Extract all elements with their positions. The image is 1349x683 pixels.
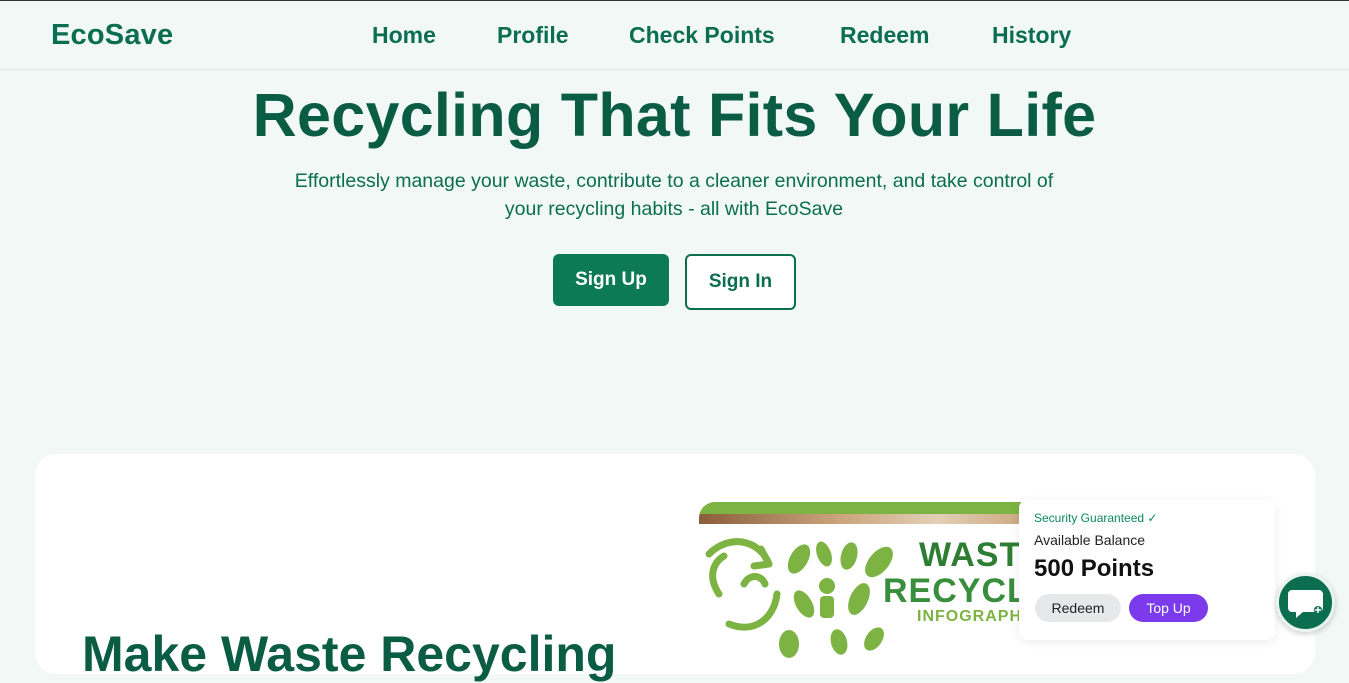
security-guaranteed-label: Security Guaranteed ✓ [1034, 511, 1158, 525]
nav-home[interactable]: Home [372, 21, 436, 49]
infographic-title-line2: RECYCLI [883, 572, 1039, 610]
nav-redeem[interactable]: Redeem [840, 21, 929, 49]
hero-subtitle: Effortlessly manage your waste, contribu… [294, 170, 1054, 220]
nav-check-points[interactable]: Check Points [629, 21, 775, 49]
infographic-top-bar [699, 502, 1039, 514]
feature-heading: Make Waste Recycling [82, 626, 617, 682]
hero-title: Recycling That Fits Your Life [252, 81, 1097, 149]
nav-history[interactable]: History [992, 21, 1071, 49]
recycling-infographic-image: WASTE RECYCLI INFOGRAPHI [699, 502, 1039, 662]
chat-button[interactable] [1276, 573, 1335, 632]
navbar: EcoSave Home Profile Check Points Redeem… [0, 1, 1349, 70]
infographic-title-line3: INFOGRAPHI [917, 608, 1028, 625]
nav-profile[interactable]: Profile [497, 21, 569, 49]
balance-card: Security Guaranteed ✓ Available Balance … [1019, 500, 1275, 640]
chat-bubble-icon [1288, 590, 1323, 618]
sign-in-button[interactable]: Sign In [685, 254, 796, 310]
sign-up-button[interactable]: Sign Up [553, 254, 669, 306]
main-nav: Home Profile Check Points Redeem History [0, 21, 1349, 51]
redeem-button[interactable]: Redeem [1035, 594, 1121, 622]
infographic-strip [699, 514, 1039, 524]
top-up-button[interactable]: Top Up [1129, 594, 1208, 622]
points-value: 500 Points [1034, 555, 1155, 582]
available-balance-label: Available Balance [1034, 532, 1146, 548]
